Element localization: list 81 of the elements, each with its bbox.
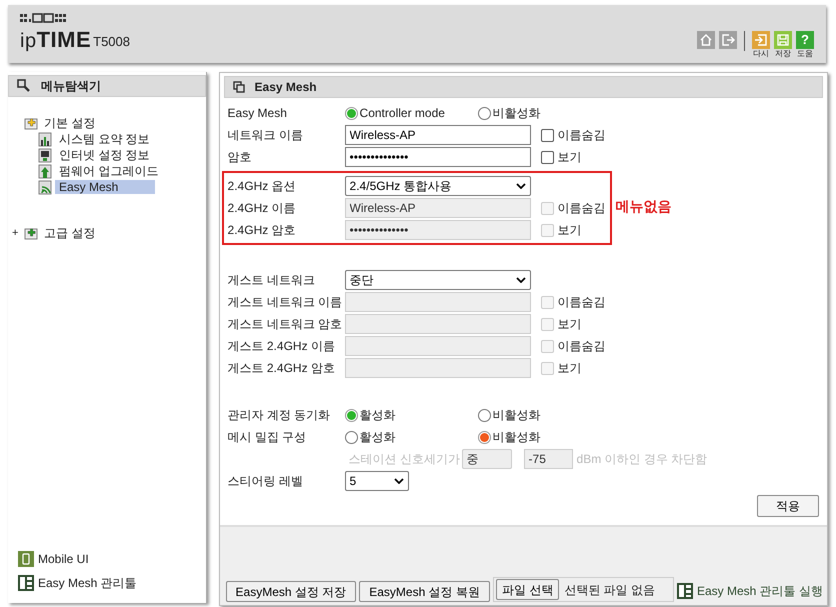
description-text: 스테이션 신호세기가 xyxy=(348,451,461,468)
note-text: 메뉴없음 xyxy=(616,197,672,216)
monitor-icon xyxy=(38,148,53,162)
checkbox-label: 보기 xyxy=(558,360,582,377)
grid-icon xyxy=(18,575,34,591)
search-icon xyxy=(17,79,31,93)
checkbox-label: 보기 xyxy=(558,316,582,333)
tree-item[interactable]: Easy Mesh xyxy=(55,180,155,194)
option-label: 활성화 xyxy=(360,429,396,446)
expand-toggle[interactable]: + xyxy=(12,228,22,238)
radio-button[interactable] xyxy=(478,430,491,444)
dropdown[interactable]: 2.4/5GHz 통합사용 xyxy=(344,176,531,196)
footer-button[interactable]: EasyMesh 설정 복원 xyxy=(359,581,490,602)
radio-button[interactable] xyxy=(344,430,358,444)
radio-button[interactable] xyxy=(478,408,491,422)
field-label: 스티어링 레벨 xyxy=(228,473,304,490)
sidebar-link[interactable]: Mobile UI xyxy=(38,550,89,568)
radio-button[interactable] xyxy=(478,106,491,120)
panel-title: Easy Mesh xyxy=(254,79,317,96)
text-field[interactable]: Wireless-AP xyxy=(344,125,531,145)
checkbox[interactable] xyxy=(540,128,554,142)
checkbox-label: 보기 xyxy=(558,222,582,239)
field-label: 네트워크 이름 xyxy=(228,127,304,144)
button-label: 다시 xyxy=(753,50,769,58)
checkbox-label: 이름숨김 xyxy=(558,338,606,355)
model-name: T5008 xyxy=(93,32,130,50)
wifi-icon xyxy=(38,180,53,194)
button-label: 도움 xyxy=(797,50,813,58)
grid-icon xyxy=(676,583,693,599)
apply-button[interactable]: 적용 xyxy=(757,495,819,517)
radio-button[interactable] xyxy=(344,408,358,422)
tree-item[interactable]: 고급 설정 xyxy=(44,227,96,239)
field-label: 2.4GHz 암호 xyxy=(228,222,297,239)
checkbox[interactable] xyxy=(540,150,554,164)
file-button[interactable]: 파일 선택 xyxy=(496,579,560,600)
field-label: 게스트 네트워크 암호 xyxy=(228,316,344,333)
chart-icon xyxy=(38,132,53,146)
tree-item[interactable]: 펌웨어 업그레이드 xyxy=(55,164,162,178)
upgrade-icon xyxy=(38,164,53,178)
option-label: 비활성화 xyxy=(492,407,541,424)
field-label: 게스트 네트워크 xyxy=(228,272,316,289)
file-status: 선택된 파일 없음 xyxy=(564,582,655,598)
brand-name: ipTIME xyxy=(20,29,92,51)
logo-icon xyxy=(20,13,68,23)
option-label: 비활성화 xyxy=(492,429,541,446)
option-label: 비활성화 xyxy=(492,105,541,122)
checkbox-label: 보기 xyxy=(558,149,582,166)
file-field[interactable]: 파일 선택 선택된 파일 없음 xyxy=(492,577,674,602)
field-label: 게스트 2.4GHz 암호 xyxy=(228,360,336,377)
footer-button[interactable]: EasyMesh 설정 저장 xyxy=(226,581,356,602)
checkbox-label: 이름숨김 xyxy=(558,200,606,217)
tree-item[interactable]: 기본 설정 xyxy=(44,117,96,129)
sidebar-link[interactable]: Easy Mesh 관리툴 xyxy=(38,574,137,592)
logout-button[interactable] xyxy=(719,31,737,49)
checkbox-label: 이름숨김 xyxy=(558,294,606,311)
checkbox-label: 이름숨김 xyxy=(558,127,606,144)
panel-title: 메뉴탐색기 xyxy=(41,78,101,95)
radio-button[interactable] xyxy=(344,106,358,120)
field-label: 게스트 2.4GHz 이름 xyxy=(228,338,336,355)
save-button[interactable] xyxy=(774,31,792,49)
field-label: 관리자 계정 동기화 xyxy=(228,407,332,424)
dropdown[interactable]: 중단 xyxy=(344,270,531,290)
home-button[interactable] xyxy=(697,31,715,49)
field-label: 메시 밀집 구성 xyxy=(228,429,308,446)
description-text: dBm 이하인 경우 차단함 xyxy=(576,451,708,468)
option-label: 활성화 xyxy=(360,407,396,424)
button-label: 저장 xyxy=(775,50,791,58)
tool-link[interactable]: Easy Mesh 관리툴 실행 xyxy=(696,582,823,600)
tree-item[interactable]: 인터넷 설정 정보 xyxy=(55,148,154,162)
field-label: 암호 xyxy=(228,149,253,166)
option-label: Controller mode xyxy=(360,105,445,122)
reload-button[interactable] xyxy=(752,31,770,49)
field-label: 2.4GHz 이름 xyxy=(228,200,297,217)
field-label: 게스트 네트워크 이름 xyxy=(228,294,344,311)
phone-icon xyxy=(18,551,34,567)
tree-item[interactable]: 시스템 요약 정보 xyxy=(55,132,154,146)
field-label: Easy Mesh xyxy=(228,105,288,122)
field-label: 2.4GHz 옵션 xyxy=(228,178,297,195)
window-icon xyxy=(232,81,245,93)
dropdown[interactable]: 5 xyxy=(344,471,409,491)
text-field[interactable]: •••••••••••••• xyxy=(344,147,531,167)
